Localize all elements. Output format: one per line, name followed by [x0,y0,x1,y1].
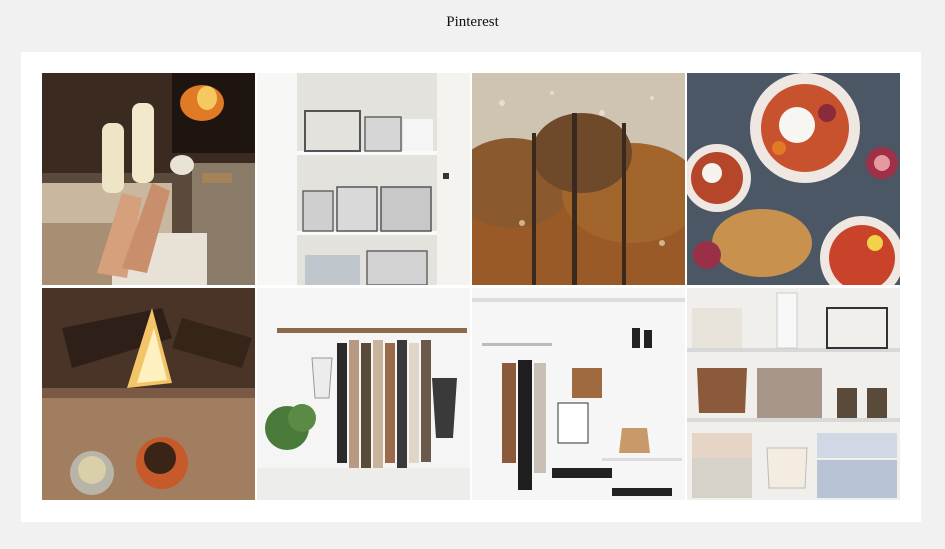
branch-clothing-rack-photo[interactable] [257,288,470,500]
minimal-wardrobe-shoes-bags-photo[interactable] [472,288,685,500]
campfire-hot-drinks-photo[interactable] [42,288,255,500]
closet-wire-baskets-photo[interactable] [257,73,470,285]
cozy-fireplace-socks-photo[interactable] [42,73,255,285]
pin-gallery-card [21,52,921,522]
page-title: Pinterest [446,14,499,30]
figs-burrata-salad-bowls-photo[interactable] [687,73,900,285]
shelves-folded-sweaters-photo[interactable] [687,288,900,500]
rainy-window-autumn-trees-photo[interactable] [472,73,685,285]
